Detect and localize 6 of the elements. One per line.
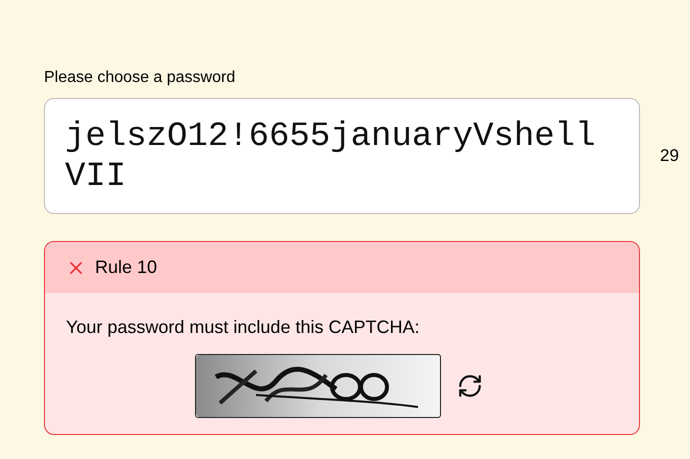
field-label: Please choose a password [44, 68, 236, 88]
rule-title: Rule 10 [95, 256, 158, 279]
character-count: 29 [660, 145, 679, 168]
rule-text: Your password must include this CAPTCHA: [65, 316, 420, 339]
refresh-icon[interactable] [457, 373, 483, 399]
password-field[interactable]: jelszO12!6655januaryVshellVII [44, 98, 640, 214]
